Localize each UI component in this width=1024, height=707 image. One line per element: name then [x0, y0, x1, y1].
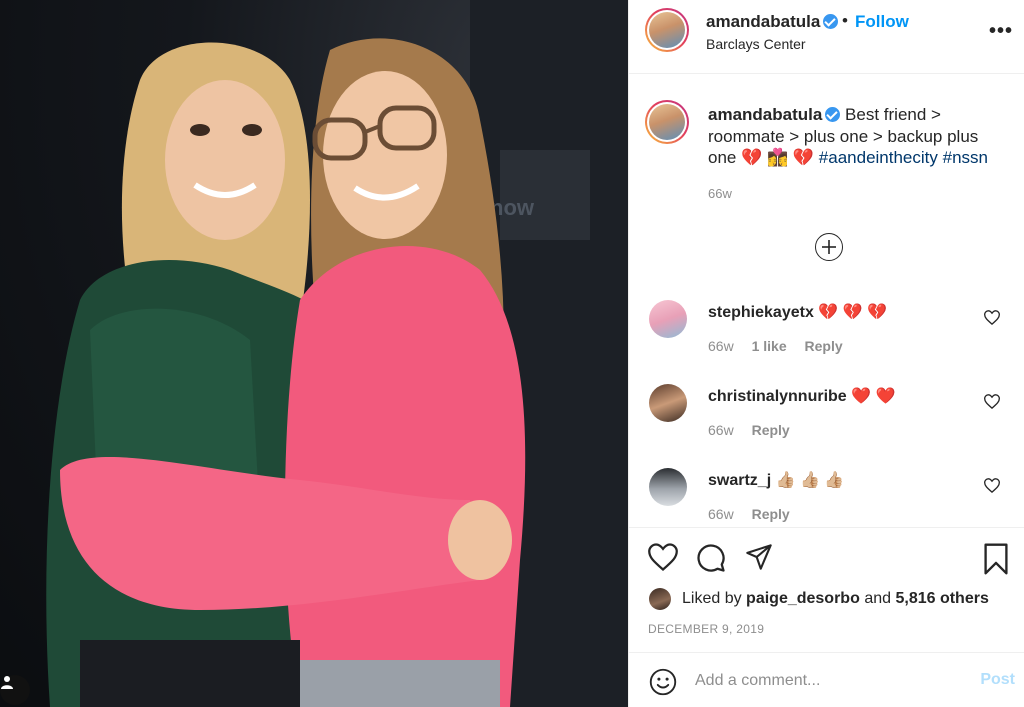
verified-icon [825, 107, 841, 122]
verified-icon [823, 14, 839, 29]
caption: amandabatula Best friend > roommate > pl… [708, 104, 1008, 169]
comment-username[interactable]: swartz_j [708, 472, 771, 489]
comment-time[interactable]: 66w [708, 338, 734, 354]
header-username[interactable]: amandabatula [706, 12, 820, 31]
caption-avatar[interactable] [645, 100, 689, 144]
add-comment-bar: Post [629, 652, 1024, 707]
heart-icon[interactable] [984, 310, 1000, 325]
action-bar [629, 527, 1024, 591]
photo-illustration: now [46, 0, 628, 707]
bookmark-icon[interactable] [983, 543, 1009, 575]
comment-input[interactable] [695, 667, 965, 695]
share-icon[interactable] [744, 543, 774, 571]
caption-time[interactable]: 66w [708, 186, 732, 201]
location-link[interactable]: Barclays Center [706, 36, 806, 52]
post-photo[interactable]: now [0, 0, 628, 707]
comment-text: 👍🏼 👍🏼 👍🏼 [775, 472, 845, 489]
hashtag-link[interactable]: #aandeinthecity [819, 148, 938, 167]
caption-emojis: 💔 👩‍❤️‍💋‍👩 💔 [741, 148, 815, 167]
reply-button[interactable]: Reply [805, 338, 843, 354]
comment-text: 💔 💔 💔 [818, 304, 887, 321]
user-tag-icon[interactable] [0, 675, 30, 705]
heart-icon[interactable] [984, 394, 1000, 409]
post-header: amandabatula • Follow Barclays Center ••… [629, 0, 1024, 74]
likes-others[interactable]: 5,816 others [895, 590, 988, 608]
comment-text: ❤️ ❤️ [851, 388, 896, 405]
reply-button[interactable]: Reply [752, 422, 790, 438]
more-icon[interactable]: ••• [989, 20, 1013, 43]
plus-circle-icon[interactable] [815, 233, 843, 261]
reply-button[interactable]: Reply [752, 506, 790, 522]
separator-dot: • [842, 11, 848, 30]
comment-item: christinalynnuribe ❤️ ❤️ 66w Reply [629, 376, 1024, 456]
heart-icon[interactable] [984, 478, 1000, 493]
likes-and: and [864, 590, 892, 607]
comment-username[interactable]: stephiekayetx [708, 304, 814, 321]
caption-username[interactable]: amandabatula [708, 105, 822, 124]
comment-likes[interactable]: 1 like [752, 338, 787, 354]
post-sidebar: amandabatula • Follow Barclays Center ••… [628, 0, 1024, 707]
comment-item: stephiekayetx 💔 💔 💔 66w 1 like Reply [629, 292, 1024, 372]
comment-time[interactable]: 66w [708, 422, 734, 438]
post-date[interactable]: DECEMBER 9, 2019 [648, 622, 764, 636]
comment-username[interactable]: christinalynnuribe [708, 388, 847, 405]
avatar[interactable] [645, 8, 689, 52]
comment-time[interactable]: 66w [708, 506, 734, 522]
likes-prefix: Liked by [682, 590, 742, 607]
instagram-post-modal: now amandabatula • Follow Barclays Cente… [0, 0, 1024, 707]
comment-icon[interactable] [696, 543, 726, 573]
avatar[interactable] [649, 300, 687, 338]
avatar[interactable] [649, 384, 687, 422]
emoji-icon[interactable] [649, 668, 677, 696]
post-button[interactable]: Post [980, 671, 1015, 689]
heart-icon[interactable] [648, 543, 678, 571]
avatar[interactable] [649, 588, 671, 610]
svg-text:now: now [490, 195, 535, 220]
likes-summary: Liked by paige_desorbo and 5,816 others [649, 587, 989, 611]
liked-by-user[interactable]: paige_desorbo [746, 590, 860, 608]
hashtag-link[interactable]: #nssn [943, 148, 988, 167]
avatar[interactable] [649, 468, 687, 506]
follow-button[interactable]: Follow [855, 12, 909, 32]
